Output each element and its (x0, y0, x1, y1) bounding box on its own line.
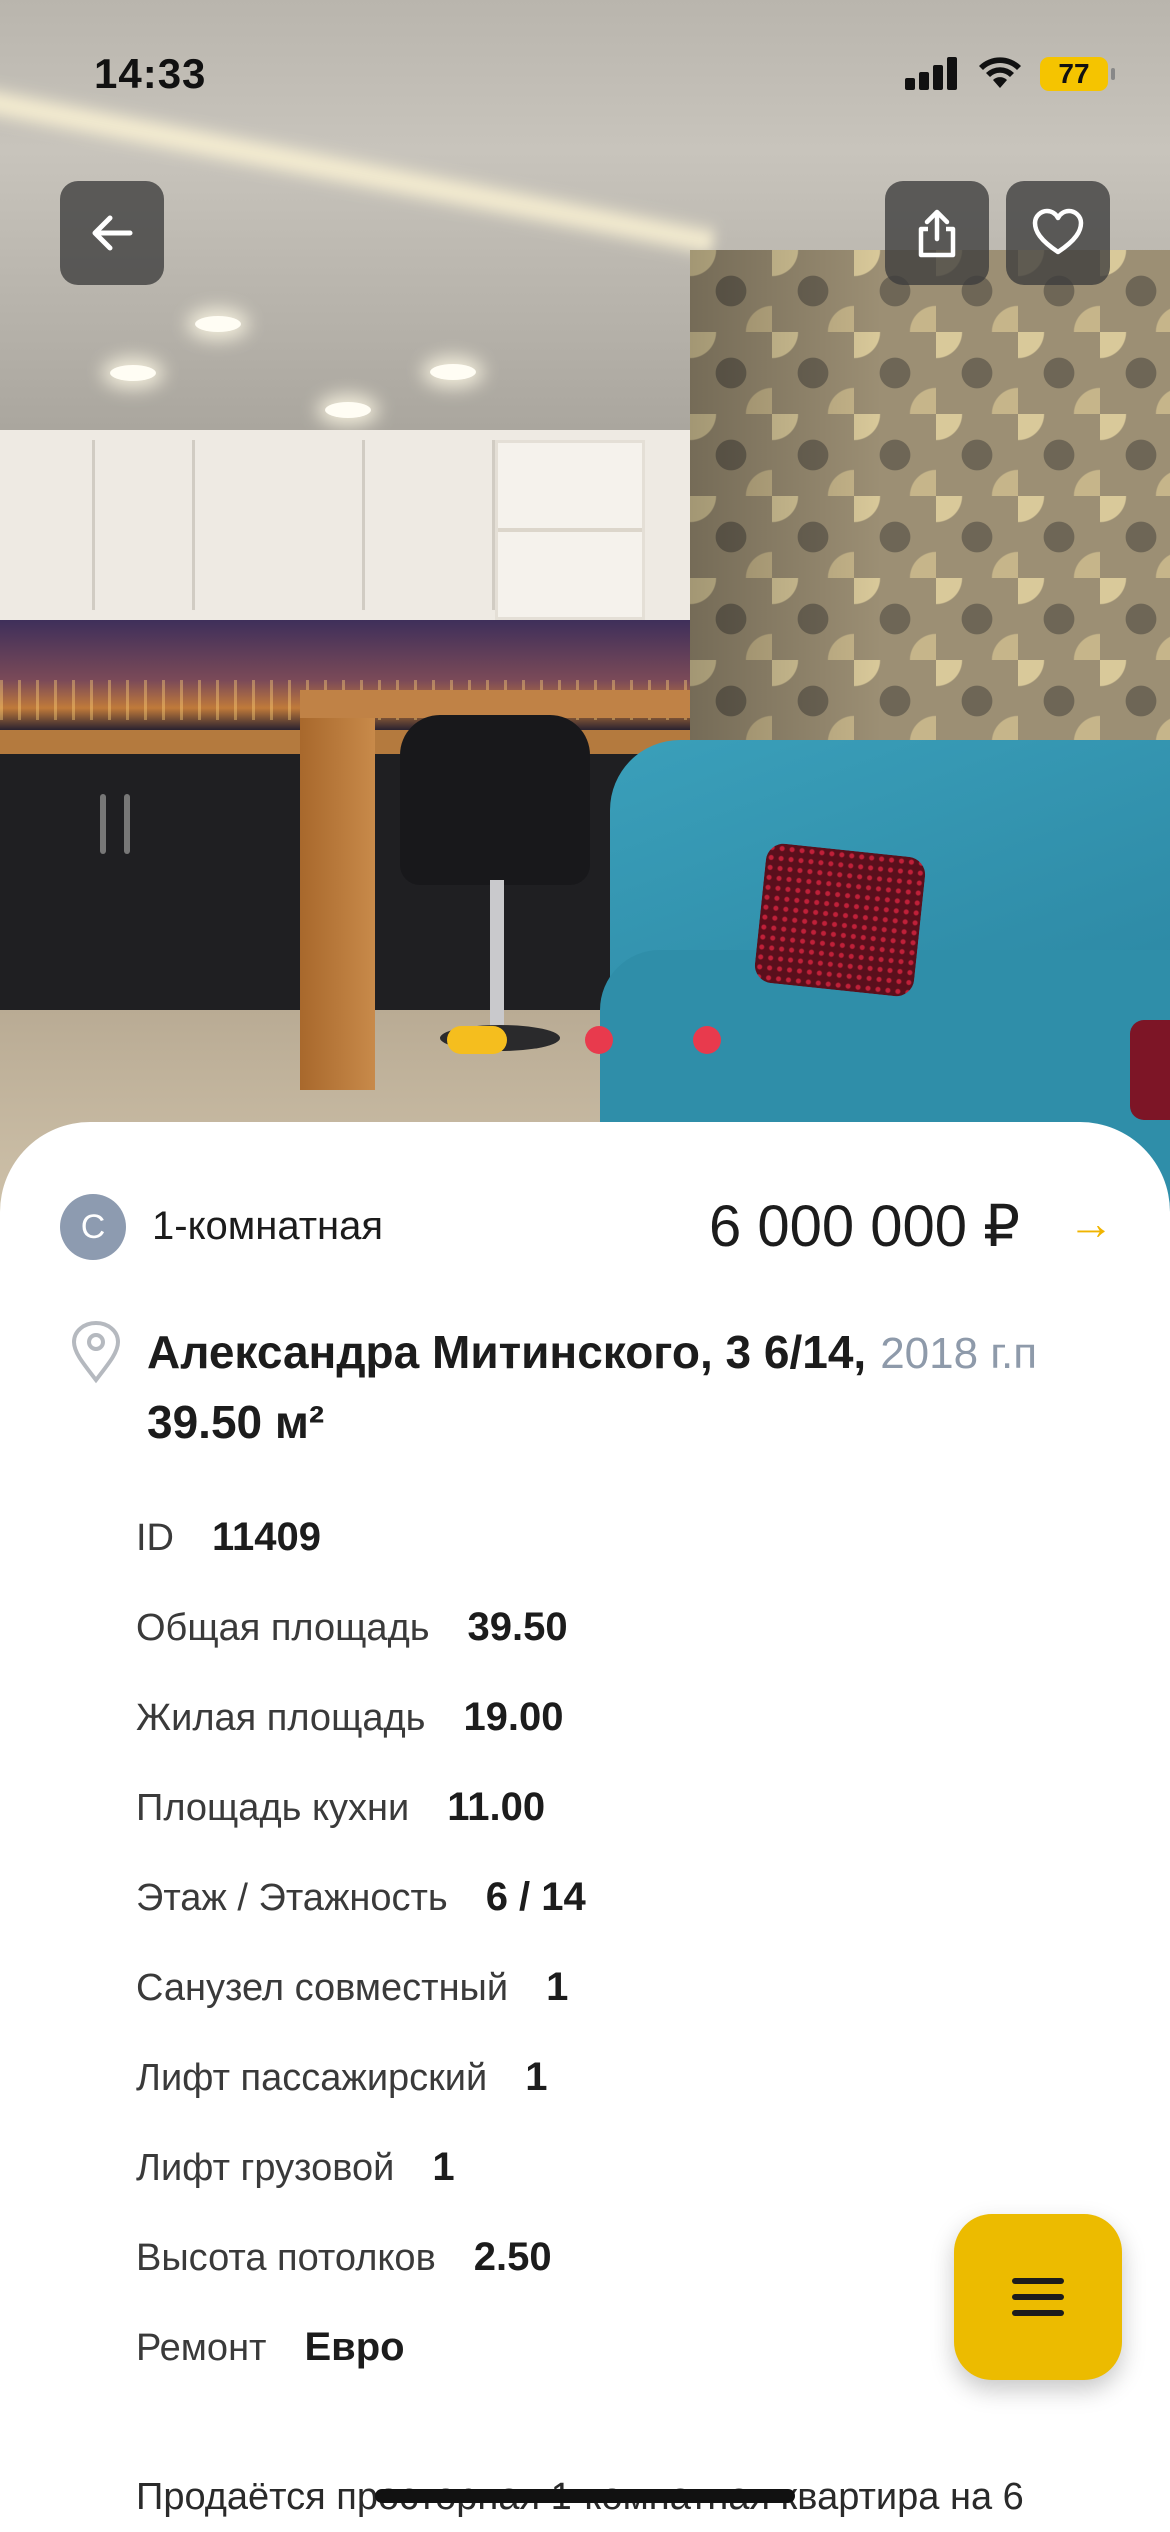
location-pin-icon (71, 1320, 121, 1384)
listing-price: 6 000 000 ₽ (708, 1194, 1020, 1259)
photo-spotlight (195, 316, 241, 332)
cellular-signal-icon (905, 56, 959, 90)
heart-icon (1032, 208, 1084, 255)
build-year: 2018 г.п (880, 1329, 1038, 1378)
property-row-ceiling-height: Высота потолков 2.50 (136, 2235, 936, 2325)
photo-bar-top (300, 690, 690, 718)
photo-spotlight (110, 365, 156, 381)
property-value: 11409 (212, 1515, 322, 1559)
property-list: ID 11409 Общая площадь 39.50 Жилая площадь… (136, 1515, 936, 2415)
property-value: Евро (304, 2325, 405, 2369)
photo-open-shelf (495, 440, 645, 620)
property-key: Жилая площадь (136, 1697, 426, 1739)
status-time: 14:33 (94, 50, 207, 97)
property-value: 2.50 (473, 2235, 552, 2279)
property-row-floor: Этаж / Этажность 6 / 14 (136, 1875, 936, 1965)
property-value: 39.50 (467, 1605, 568, 1649)
property-value: 1 (432, 2145, 455, 2189)
home-indicator (375, 2489, 795, 2503)
property-key: Лифт грузовой (136, 2147, 395, 2189)
photo-bar-stool-pole (490, 880, 504, 1030)
photo-bar-counter (300, 700, 375, 1090)
property-key: Этаж / Этажность (136, 1877, 448, 1919)
photo-spotlight (325, 402, 371, 418)
property-key: Общая площадь (136, 1607, 430, 1649)
photo-bar-stool (400, 715, 590, 885)
property-value: 6 / 14 (485, 1875, 586, 1919)
price-arrow-icon[interactable]: → (1068, 1196, 1114, 1250)
property-row-freight-lift: Лифт грузовой 1 (136, 2145, 936, 2235)
property-value: 1 (546, 1965, 569, 2009)
listing-area: 39.50 м² (147, 1396, 325, 1448)
favorite-button[interactable] (1006, 181, 1110, 285)
back-button[interactable] (60, 181, 164, 285)
battery-indicator: 77 (1040, 57, 1115, 91)
wifi-icon (978, 54, 1022, 90)
property-key: Высота потолков (136, 2237, 436, 2279)
photo-pillow (753, 842, 927, 998)
address-street: Александра Митинского, 3 6/14, (147, 1326, 867, 1378)
property-row-renovation: Ремонт Евро (136, 2325, 936, 2415)
share-icon (918, 209, 956, 258)
share-button[interactable] (885, 181, 989, 285)
property-row-total-area: Общая площадь 39.50 (136, 1605, 936, 1695)
carousel-dot[interactable] (585, 1026, 613, 1054)
property-row-passenger-lift: Лифт пассажирский 1 (136, 2055, 936, 2145)
property-key: Лифт пассажирский (136, 2057, 488, 2099)
property-row-kitchen-area: Площадь кухни 11.00 (136, 1785, 936, 1875)
carousel-dot[interactable] (693, 1026, 721, 1054)
property-type: 1-комнатная (152, 1204, 384, 1248)
carousel-dot-active[interactable] (447, 1026, 507, 1054)
property-key: Санузел совместный (136, 1967, 509, 2009)
property-row-id: ID 11409 (136, 1515, 936, 1605)
photo-spotlight (430, 364, 476, 380)
property-value: 1 (525, 2055, 548, 2099)
property-row-bathroom: Санузел совместный 1 (136, 1965, 936, 2055)
listing-address: Александра Митинского, 3 6/14, 2018 г.п 3… (147, 1318, 1107, 1456)
property-type-badge: С (60, 1194, 126, 1260)
property-key: Площадь кухни (136, 1787, 410, 1829)
property-key: Ремонт (136, 2327, 267, 2369)
menu-button[interactable] (954, 2214, 1122, 2380)
property-value: 19.00 (463, 1695, 564, 1739)
property-row-living-area: Жилая площадь 19.00 (136, 1695, 936, 1785)
photo-pillow (1130, 1020, 1170, 1120)
arrow-left-icon (92, 215, 133, 251)
property-key: ID (136, 1517, 174, 1559)
property-value: 11.00 (447, 1785, 546, 1829)
